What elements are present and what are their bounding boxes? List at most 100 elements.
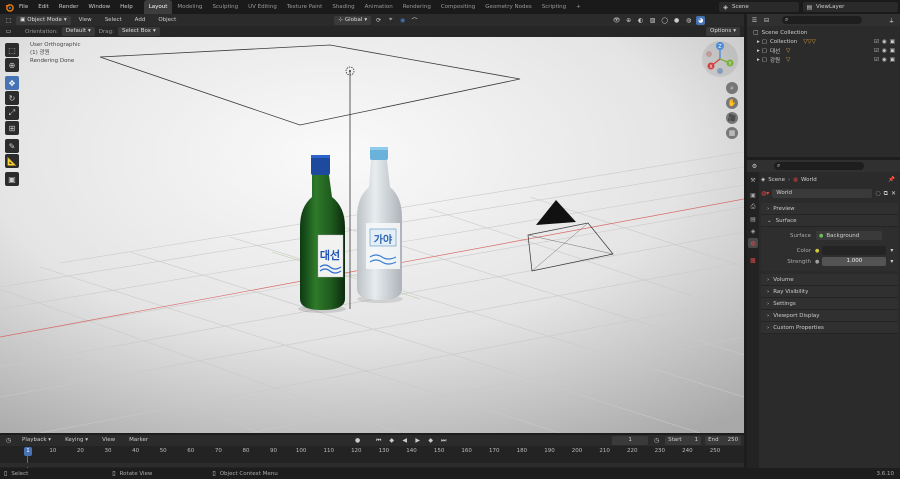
tab-geometry-nodes[interactable]: Geometry Nodes bbox=[480, 0, 536, 14]
tool-tab-icon[interactable]: ⚒ bbox=[748, 175, 758, 185]
panel-preview[interactable]: › Preview bbox=[761, 203, 898, 215]
tab-layout[interactable]: Layout bbox=[143, 0, 173, 14]
world-name-field[interactable]: World bbox=[772, 189, 873, 198]
pivot-icon[interactable]: ⟳ bbox=[374, 16, 383, 25]
camera-icon[interactable]: ▣ bbox=[890, 39, 895, 45]
panel-volume[interactable]: › Volume bbox=[761, 274, 898, 286]
menu-playback[interactable]: Playback ▾ bbox=[17, 435, 56, 446]
shading-wireframe-icon[interactable]: ◯ bbox=[660, 16, 669, 25]
rotate-tool-icon[interactable]: ↻ bbox=[5, 91, 19, 105]
record-icon[interactable]: ● bbox=[353, 436, 362, 445]
tab-shading[interactable]: Shading bbox=[327, 0, 359, 14]
properties-search-input[interactable]: ⌕ bbox=[774, 162, 864, 170]
eye-icon[interactable]: ◉ bbox=[882, 39, 887, 45]
play-reverse-icon[interactable]: ◀ bbox=[400, 436, 409, 445]
chevron-down-icon[interactable]: ▾ bbox=[890, 258, 893, 265]
menu-help[interactable]: Help bbox=[115, 0, 138, 14]
outliner-search-input[interactable]: ⌕ bbox=[782, 16, 862, 24]
color-swatch[interactable] bbox=[822, 246, 887, 255]
options-dropdown[interactable]: Options ▾ bbox=[706, 27, 740, 36]
pin-icon[interactable]: 📌 bbox=[888, 177, 895, 183]
gizmo-toggle-icon[interactable]: ⊕ bbox=[624, 16, 633, 25]
display-mode-icon[interactable]: ⊟ bbox=[762, 16, 771, 25]
start-frame-field[interactable]: Start 1 bbox=[665, 436, 702, 445]
menu-select[interactable]: Select bbox=[100, 14, 127, 26]
camera-icon[interactable]: ▣ bbox=[890, 57, 895, 63]
editor-type-icon[interactable]: ⬚ bbox=[4, 16, 13, 25]
scale-tool-icon[interactable]: ⤢ bbox=[5, 106, 19, 120]
tab-sculpting[interactable]: Sculpting bbox=[207, 0, 243, 14]
menu-add[interactable]: Add bbox=[130, 14, 151, 26]
timeline-area[interactable]: 10 20 30 40 50 60 70 80 90 100 110 120 130 140 150 160 1… bbox=[0, 446, 744, 468]
clock-icon[interactable]: ◷ bbox=[4, 436, 13, 445]
chevron-down-icon[interactable]: ▾ bbox=[890, 247, 893, 254]
camera-icon[interactable]: ▣ bbox=[890, 48, 895, 54]
properties-editor-icon[interactable]: ⚙ bbox=[750, 162, 759, 171]
menu-marker[interactable]: Marker bbox=[124, 435, 153, 446]
drag-dropdown[interactable]: Select Box ▾ bbox=[118, 27, 160, 36]
scene-collection-row[interactable]: ▢ Scene Collection bbox=[753, 28, 900, 37]
tab-compositing[interactable]: Compositing bbox=[436, 0, 480, 14]
prev-keyframe-icon[interactable]: ◆ bbox=[387, 436, 396, 445]
outliner-item-collection[interactable]: ▸ ▢ Collection ▽▽▽ ☑ ◉ ▣ bbox=[753, 37, 900, 46]
render-tab-icon[interactable]: ▣ bbox=[748, 190, 758, 200]
playhead[interactable]: 1 bbox=[24, 447, 32, 456]
jump-start-icon[interactable]: ⏮ bbox=[374, 436, 383, 445]
view-layer-tab-icon[interactable]: ▤ bbox=[748, 214, 758, 224]
panel-ray-visibility[interactable]: › Ray Visibility bbox=[761, 286, 898, 298]
blender-logo-icon[interactable] bbox=[4, 3, 14, 12]
mode-dropdown[interactable]: ▣ Object Mode ▾ bbox=[16, 15, 71, 25]
eye-icon[interactable]: ◉ bbox=[882, 48, 887, 54]
panel-surface[interactable]: ⌄ Surface bbox=[761, 215, 898, 227]
tab-rendering[interactable]: Rendering bbox=[398, 0, 436, 14]
tab-modeling[interactable]: Modeling bbox=[172, 0, 207, 14]
tab-animation[interactable]: Animation bbox=[360, 0, 398, 14]
menu-edit[interactable]: Edit bbox=[33, 0, 54, 14]
proportional-edit-icon[interactable]: ◉ bbox=[398, 16, 407, 25]
unlink-icon[interactable]: ✕ bbox=[891, 190, 896, 197]
navigation-gizmo[interactable]: Z Y X bbox=[700, 39, 740, 79]
end-frame-field[interactable]: End 250 bbox=[705, 436, 742, 445]
menu-render[interactable]: Render bbox=[54, 0, 84, 14]
view-layer-selector[interactable]: ▤ ViewLayer bbox=[803, 2, 898, 12]
panel-settings[interactable]: › Settings bbox=[761, 298, 898, 310]
world-tab-icon[interactable]: ◍ bbox=[748, 238, 758, 248]
transform-tool-icon[interactable]: ⊞ bbox=[5, 121, 19, 135]
world-browse-icon[interactable]: ◍▾ bbox=[761, 190, 769, 197]
jump-end-icon[interactable]: ⏭ bbox=[439, 436, 448, 445]
xray-icon[interactable]: ▨ bbox=[648, 16, 657, 25]
checkbox-icon[interactable]: ☑ bbox=[874, 57, 879, 63]
strength-field[interactable]: 1.000 bbox=[822, 257, 887, 266]
add-cube-tool-icon[interactable]: ▣ bbox=[5, 172, 19, 186]
tab-uv-editing[interactable]: UV Editing bbox=[243, 0, 282, 14]
surface-shader-field[interactable]: ● Background bbox=[816, 231, 882, 240]
select-tool-icon[interactable]: ▭ bbox=[4, 27, 13, 36]
annotate-tool-icon[interactable]: ✎ bbox=[5, 139, 19, 153]
fake-user-icon[interactable]: ◌ bbox=[875, 190, 880, 197]
falloff-icon[interactable]: ⌒ bbox=[410, 16, 419, 25]
timeline-scrollbar[interactable] bbox=[0, 463, 744, 467]
checkbox-icon[interactable]: ☑ bbox=[874, 48, 879, 54]
shading-material-icon[interactable]: ◍ bbox=[684, 16, 693, 25]
scene-selector[interactable]: ◈ Scene bbox=[719, 2, 799, 12]
outliner-editor-icon[interactable]: ☰ bbox=[750, 16, 759, 25]
select-box-tool-icon[interactable]: ⬚ bbox=[5, 43, 19, 57]
menu-window[interactable]: Window bbox=[83, 0, 115, 14]
3d-viewport[interactable]: 대선 가야 User Orthographic (1) 광원 Rendering… bbox=[0, 37, 744, 433]
menu-view[interactable]: View bbox=[74, 14, 97, 26]
next-keyframe-icon[interactable]: ◆ bbox=[426, 436, 435, 445]
texture-tab-icon[interactable]: ▩ bbox=[748, 255, 758, 265]
visibility-icon[interactable]: 👁 bbox=[612, 16, 621, 25]
camera-view-icon[interactable]: 🎥 bbox=[726, 112, 738, 124]
menu-object[interactable]: Object bbox=[153, 14, 181, 26]
pan-hand-icon[interactable]: ✋ bbox=[726, 97, 738, 109]
overlay-icon[interactable]: ◐ bbox=[636, 16, 645, 25]
checkbox-icon[interactable]: ☑ bbox=[874, 39, 879, 45]
transform-orientation-dropdown[interactable]: ⊹ Global ▾ bbox=[334, 15, 372, 25]
add-workspace-button[interactable]: + bbox=[571, 0, 586, 14]
tab-texture-paint[interactable]: Texture Paint bbox=[282, 0, 328, 14]
snap-icon[interactable]: ⌖ bbox=[386, 16, 395, 25]
output-tab-icon[interactable]: ⎙ bbox=[748, 202, 758, 212]
shading-solid-icon[interactable]: ● bbox=[672, 16, 681, 25]
menu-timeline-view[interactable]: View bbox=[97, 435, 120, 446]
